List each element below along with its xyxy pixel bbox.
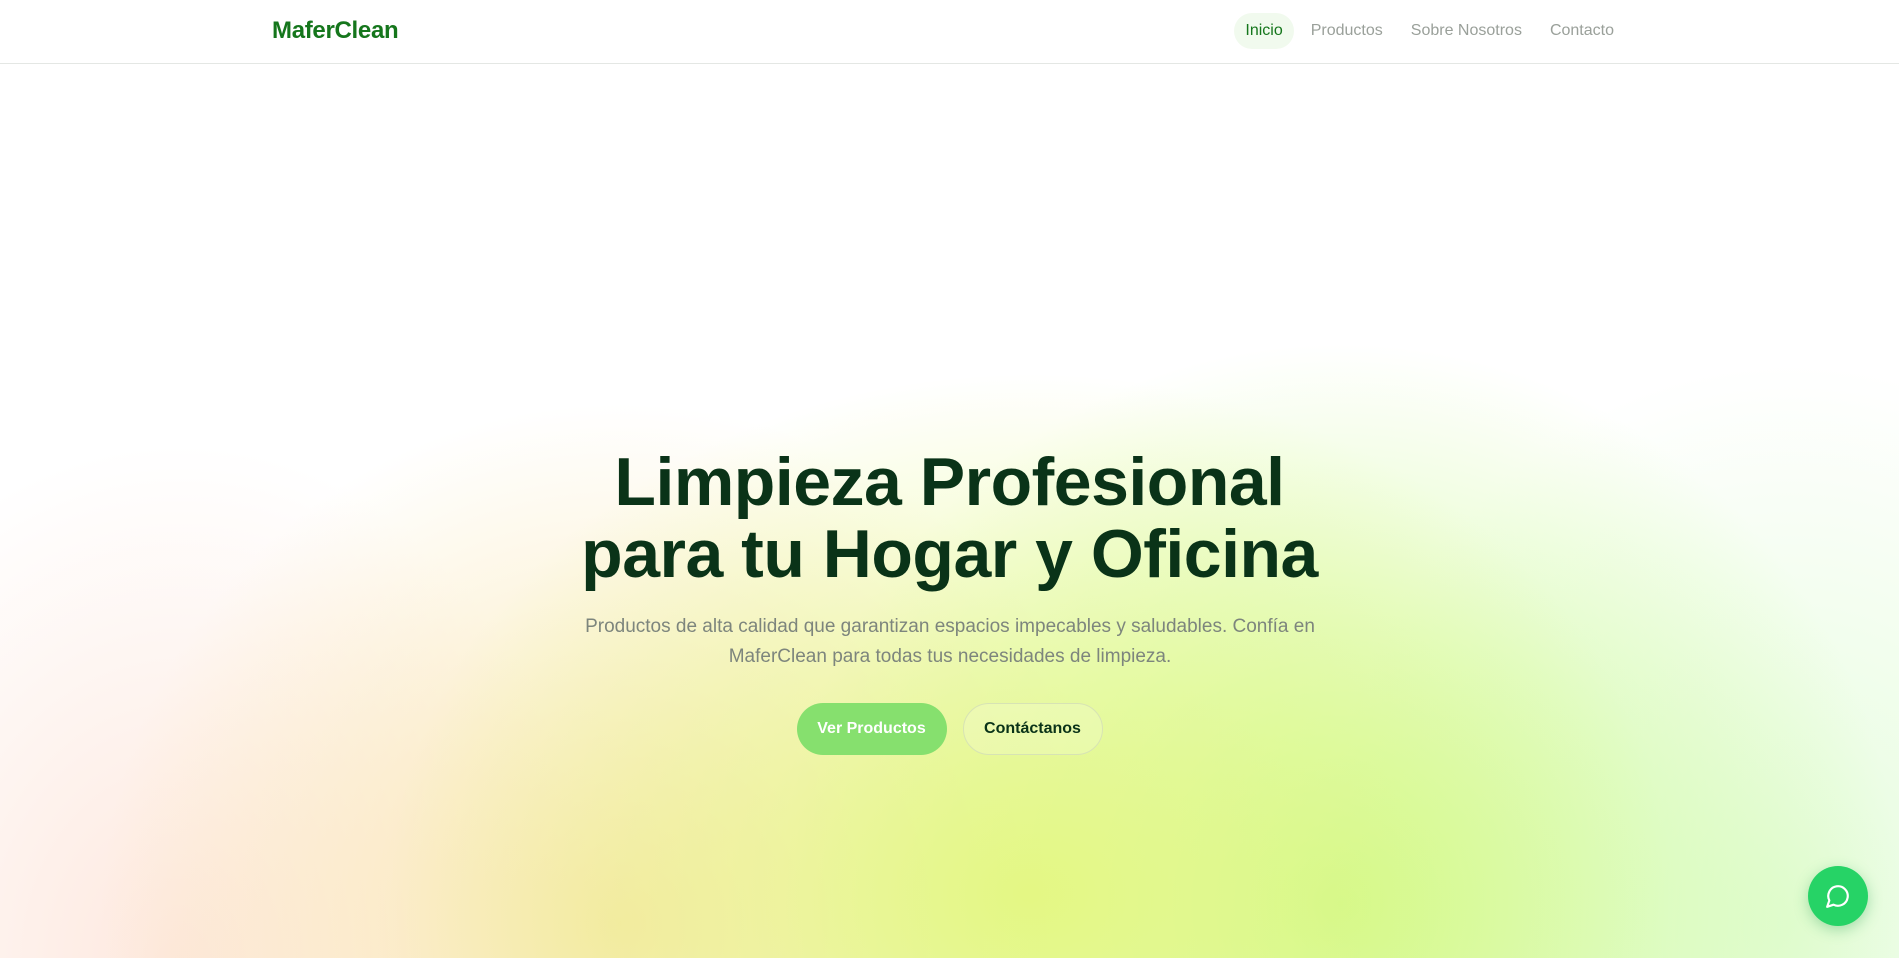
hero-title-line-2: para tu Hogar y Oficina	[581, 516, 1318, 592]
hero-section: Limpieza Profesional para tu Hogar y Ofi…	[0, 64, 1899, 958]
chat-bubble-icon	[1826, 885, 1849, 908]
nav-link-inicio[interactable]: Inicio	[1234, 13, 1294, 49]
nav-link-contacto[interactable]: Contacto	[1539, 13, 1625, 49]
brand-logo[interactable]: MaferClean	[272, 17, 399, 45]
hero-subtitle: Productos de alta calidad que garantizan…	[585, 616, 1315, 667]
nav-link-sobre-nosotros[interactable]: Sobre Nosotros	[1400, 13, 1533, 49]
hero-title-line-1: Limpieza Profesional	[614, 444, 1285, 520]
nav-link-productos[interactable]: Productos	[1300, 13, 1394, 49]
view-products-button[interactable]: Ver Productos	[796, 703, 947, 755]
chat-button[interactable]	[1808, 866, 1868, 926]
contact-us-button[interactable]: Contáctanos	[962, 703, 1103, 755]
hero-actions: Ver Productos Contáctanos	[0, 703, 1899, 755]
top-navbar: MaferClean Inicio Productos Sobre Nosotr…	[0, 0, 1899, 64]
hero-title: Limpieza Profesional para tu Hogar y Ofi…	[0, 446, 1899, 590]
main-nav: Inicio Productos Sobre Nosotros Contacto	[1234, 13, 1625, 49]
